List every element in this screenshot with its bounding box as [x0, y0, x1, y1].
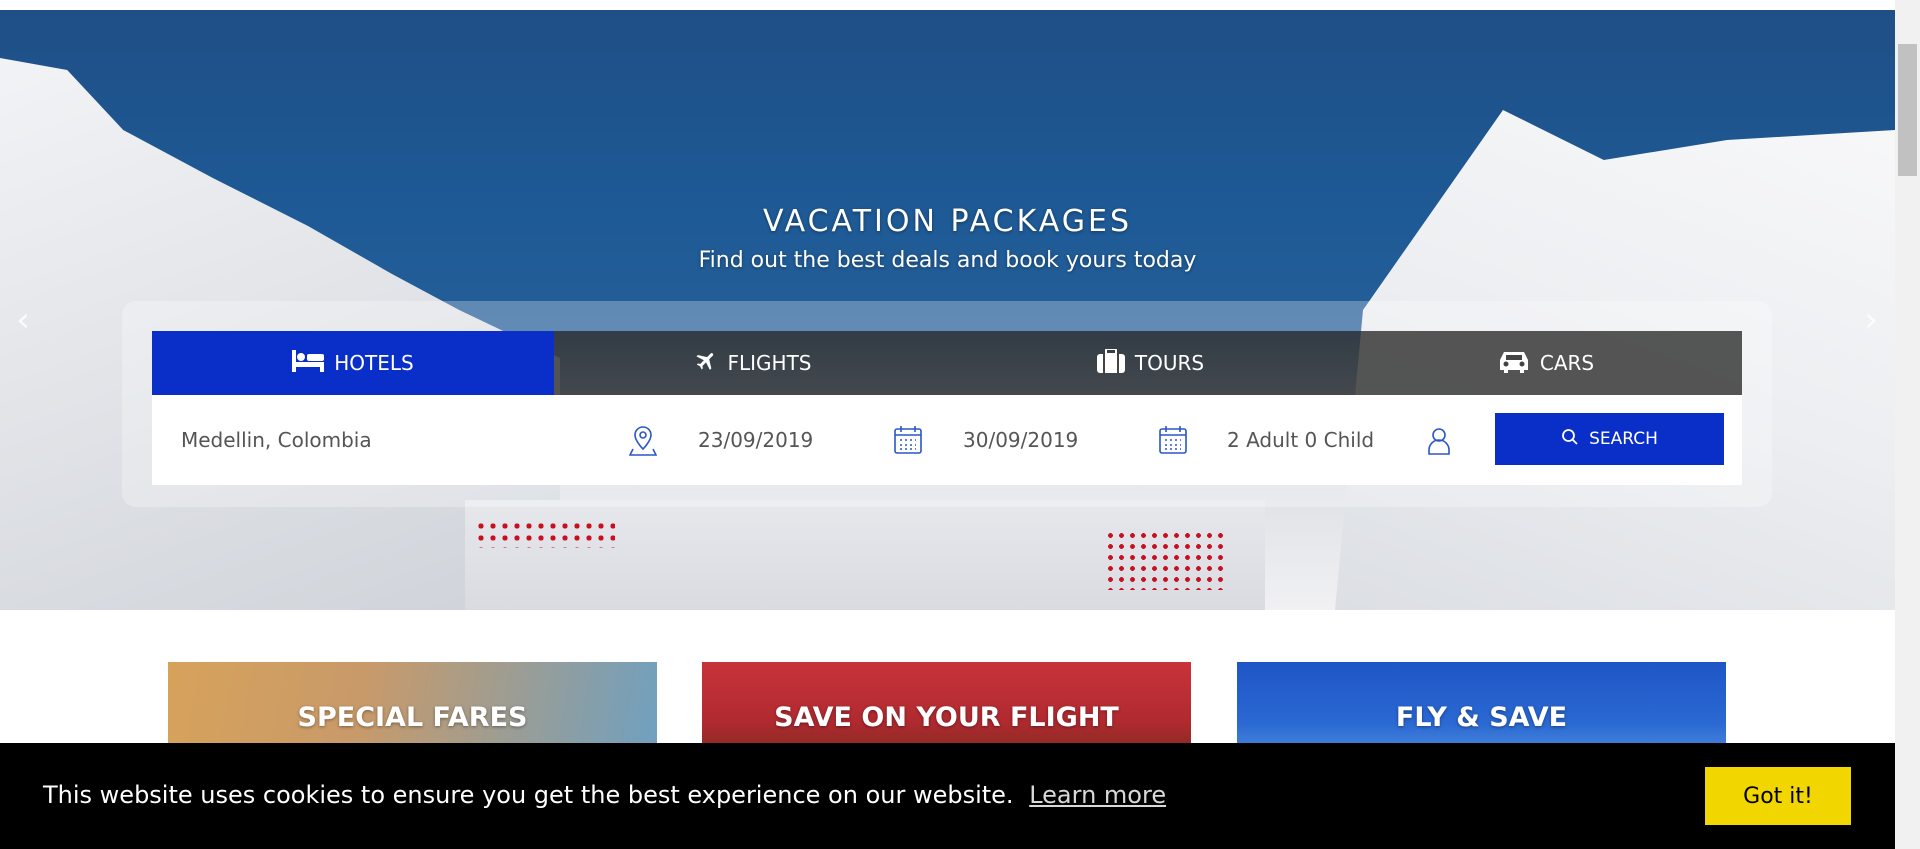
page-scrollbar[interactable]	[1895, 0, 1920, 849]
search-icon	[1561, 428, 1579, 451]
tab-hotels-label: HOTELS	[334, 351, 414, 375]
promo-card-title: FLY & SAVE	[1395, 702, 1568, 733]
tab-hotels[interactable]: HOTELS	[152, 331, 554, 395]
carousel-prev-button[interactable]: ‹	[8, 303, 38, 337]
carousel-next-button[interactable]: ›	[1856, 303, 1886, 337]
search-button[interactable]: SEARCH	[1495, 413, 1724, 465]
car-icon	[1498, 349, 1530, 378]
scrollbar-thumb[interactable]	[1898, 44, 1917, 176]
tab-cars[interactable]: CARS	[1350, 331, 1742, 395]
hero-subtitle: Find out the best deals and book yours t…	[698, 248, 1197, 273]
cookie-message: This website uses cookies to ensure you …	[43, 781, 1166, 809]
map-pin-icon	[628, 425, 658, 461]
tab-tours-label: TOURS	[1134, 351, 1205, 375]
checkin-date-input[interactable]: 23/09/2019	[698, 395, 878, 485]
search-form: Medellin, Colombia 23/09/2019 30/09/2019…	[152, 395, 1742, 485]
calendar-icon	[893, 425, 923, 459]
promo-card-title: SAVE ON YOUR FLIGHT	[774, 702, 1119, 733]
guests-input[interactable]: 2 Adult 0 Child	[1227, 395, 1427, 485]
suitcase-icon	[1096, 347, 1125, 378]
bed-icon	[292, 349, 325, 377]
learn-more-link[interactable]: Learn more	[1029, 781, 1166, 809]
booking-tabs: HOTELS FLIGHTS TOURS CARS	[152, 331, 1742, 395]
tab-cars-label: CARS	[1539, 351, 1595, 375]
cookie-accept-button[interactable]: Got it!	[1705, 767, 1851, 825]
hero-title: VACATION PACKAGES	[762, 204, 1132, 239]
cookie-banner: This website uses cookies to ensure you …	[0, 743, 1895, 849]
tab-flights[interactable]: FLIGHTS	[554, 331, 951, 395]
search-button-label: SEARCH	[1589, 429, 1658, 449]
top-strip	[0, 0, 1895, 10]
promo-card-title: SPECIAL FARES	[297, 702, 528, 733]
cookie-message-text: This website uses cookies to ensure you …	[43, 781, 1014, 809]
plane-icon	[694, 349, 718, 378]
calendar-icon	[1158, 425, 1188, 459]
user-icon	[1426, 426, 1452, 460]
destination-input[interactable]: Medellin, Colombia	[181, 395, 601, 485]
tab-flights-label: FLIGHTS	[727, 351, 812, 375]
checkout-date-input[interactable]: 30/09/2019	[963, 395, 1143, 485]
hero-image-terrace	[465, 500, 1265, 610]
tab-tours[interactable]: TOURS	[951, 331, 1350, 395]
